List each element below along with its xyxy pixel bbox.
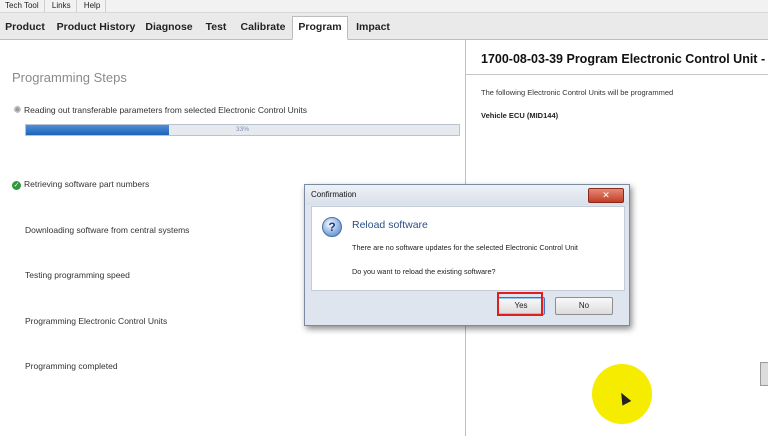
step-downloading: Downloading software from central system… — [25, 225, 189, 235]
tab-product[interactable]: Product — [2, 17, 48, 37]
check-icon: ✓ — [12, 181, 21, 190]
step-testing-speed: Testing programming speed — [25, 270, 130, 280]
steps-title: Programming Steps — [12, 70, 127, 85]
tab-program[interactable]: Program — [292, 16, 348, 40]
ecu-description: The following Electronic Control Units w… — [481, 88, 674, 97]
step-completed: Programming completed — [25, 361, 118, 371]
tab-calibrate[interactable]: Calibrate — [237, 17, 289, 37]
menu-tech-tool[interactable]: Tech Tool — [0, 0, 45, 12]
step-label: Retrieving software part numbers — [24, 179, 150, 189]
close-button[interactable]: ✕ — [588, 188, 624, 203]
dialog-body: ? Reload software There are no software … — [311, 206, 625, 291]
step-label: Programming completed — [25, 361, 118, 371]
spinner-icon: ✺ — [13, 105, 22, 116]
menu-help[interactable]: Help — [79, 0, 107, 12]
dialog-question: Do you want to reload the existing softw… — [352, 267, 496, 276]
step-label: Reading out transferable parameters from… — [24, 105, 307, 115]
confirmation-dialog: Confirmation ✕ ? Reload software There a… — [304, 184, 630, 326]
step-label: Programming Electronic Control Units — [25, 316, 168, 326]
ecu-name: Vehicle ECU (MID144) — [481, 111, 559, 120]
step-reading-parameters: ✺ Reading out transferable parameters fro… — [12, 105, 307, 116]
dialog-message: There are no software updates for the se… — [352, 243, 578, 252]
step-label: Downloading software from central system… — [25, 225, 190, 235]
step-programming-ecu: Programming Electronic Control Units — [25, 316, 167, 326]
menu-links[interactable]: Links — [47, 0, 77, 12]
menu-bar: Tech Tool Links Help — [0, 0, 768, 13]
question-icon: ? — [322, 217, 342, 237]
tab-impact[interactable]: Impact — [350, 17, 396, 37]
step-label: Testing programming speed — [25, 270, 130, 280]
no-button[interactable]: No — [555, 297, 613, 315]
progress-bar: 33% — [25, 124, 460, 136]
tab-bar: Product Product History Diagnose Test Ca… — [0, 13, 768, 40]
dialog-heading: Reload software — [352, 219, 428, 231]
procedure-title: 1700-08-03-39 Program Electronic Control… — [481, 52, 766, 66]
edge-handle — [760, 362, 768, 386]
dialog-titlebar[interactable]: Confirmation ✕ — [305, 185, 629, 205]
dialog-title: Confirmation — [311, 190, 357, 199]
step-retrieving-part-numbers: ✓ Retrieving software part numbers — [12, 179, 149, 190]
title-divider — [466, 74, 768, 75]
tab-product-history[interactable]: Product History — [54, 17, 138, 37]
progress-label: 33% — [235, 126, 249, 133]
yes-button-highlight — [497, 292, 543, 316]
tab-diagnose[interactable]: Diagnose — [143, 17, 195, 37]
tab-test[interactable]: Test — [201, 17, 231, 37]
